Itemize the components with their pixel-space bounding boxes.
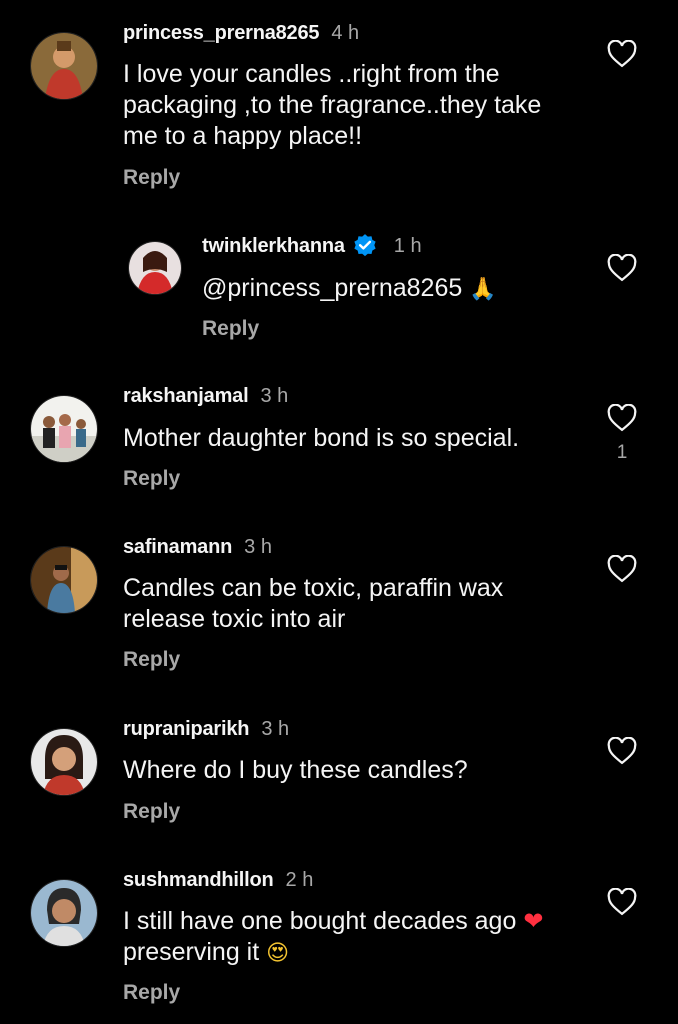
comment-item: princess_prerna8265 4 h I love your cand…: [0, 0, 678, 200]
comment-time: 1 h: [393, 234, 422, 257]
reply-button[interactable]: Reply: [123, 800, 180, 824]
reply-button[interactable]: Reply: [123, 648, 180, 672]
reply-button[interactable]: Reply: [123, 467, 180, 491]
comment-item: safinamann 3 h Candles can be toxic, par…: [0, 520, 678, 690]
comment-text-line: me to a happy place!!: [123, 122, 363, 150]
avatar[interactable]: [30, 32, 98, 100]
comment-item: sushmandhillon 2 h I still have one boug…: [0, 855, 678, 1024]
like-count: 1: [616, 442, 628, 463]
comment-username[interactable]: princess_prerna8265: [123, 22, 320, 45]
reply-button[interactable]: Reply: [202, 317, 259, 341]
comment-username[interactable]: rakshanjamal: [123, 385, 249, 408]
reply-button[interactable]: Reply: [123, 166, 180, 190]
avatar[interactable]: [30, 728, 98, 796]
avatar[interactable]: [30, 395, 98, 463]
comment-text-line: packaging ,to the fragrance..they take: [123, 91, 542, 119]
comment-text: Candles can be toxic, paraffin wax relea…: [123, 573, 503, 635]
comment-text-segment: I still have one bought decades ago: [123, 907, 517, 935]
comment-item: rakshanjamal 3 h Mother daughter bond is…: [0, 370, 678, 510]
comment-time: 3 h: [260, 385, 289, 407]
comment-text-line: I love your candles ..right from the: [123, 60, 500, 88]
mention-link[interactable]: @princess_prerna8265: [202, 274, 462, 302]
comment-text-line: release toxic into air: [123, 605, 346, 633]
comment-text-line: preserving it 😍: [123, 937, 543, 969]
comment-time: 3 h: [261, 718, 290, 740]
comment-username[interactable]: sushmandhillon: [123, 869, 274, 892]
verified-badge-icon: [352, 233, 378, 259]
comment-reply-item: twinklerkhanna 1 h @princess_prerna8265 …: [0, 220, 678, 350]
heart-outline-icon[interactable]: [607, 554, 637, 583]
avatar[interactable]: [128, 241, 182, 295]
comment-text: I love your candles ..right from the pac…: [123, 59, 541, 152]
heart-outline-icon[interactable]: [607, 403, 637, 432]
comment-text: Mother daughter bond is so special.: [123, 424, 520, 452]
comment-text-line: Candles can be toxic, paraffin wax: [123, 574, 504, 602]
comment-time: 2 h: [285, 869, 314, 891]
reply-button[interactable]: Reply: [123, 981, 180, 1005]
comment-username[interactable]: twinklerkhanna: [202, 235, 345, 258]
comment-text: Where do I buy these candles?: [123, 756, 468, 784]
comment-username[interactable]: rupraniparikh: [123, 718, 250, 741]
comment-time: 4 h: [331, 22, 360, 44]
heart-outline-icon[interactable]: [607, 887, 637, 916]
comment-username[interactable]: safinamann: [123, 536, 232, 559]
comment-time: 3 h: [244, 536, 272, 558]
red-heart-emoji: ❤: [523, 907, 544, 935]
comment-item: rupraniparikh 3 h Where do I buy these c…: [0, 703, 678, 843]
heart-outline-icon[interactable]: [607, 736, 637, 765]
comment-text-line: I still have one bought decades ago ❤: [123, 906, 543, 937]
avatar[interactable]: [30, 546, 98, 614]
heart-eyes-emoji: 😍: [266, 941, 290, 966]
heart-outline-icon[interactable]: [607, 253, 637, 282]
avatar[interactable]: [30, 879, 98, 947]
heart-outline-icon[interactable]: [607, 39, 637, 68]
comment-text-segment: preserving it: [123, 938, 260, 966]
comment-text: @princess_prerna8265 🙏: [202, 273, 497, 305]
comment-text: I still have one bought decades ago ❤ pr…: [123, 906, 543, 969]
folded-hands-emoji: 🙏: [469, 277, 497, 302]
